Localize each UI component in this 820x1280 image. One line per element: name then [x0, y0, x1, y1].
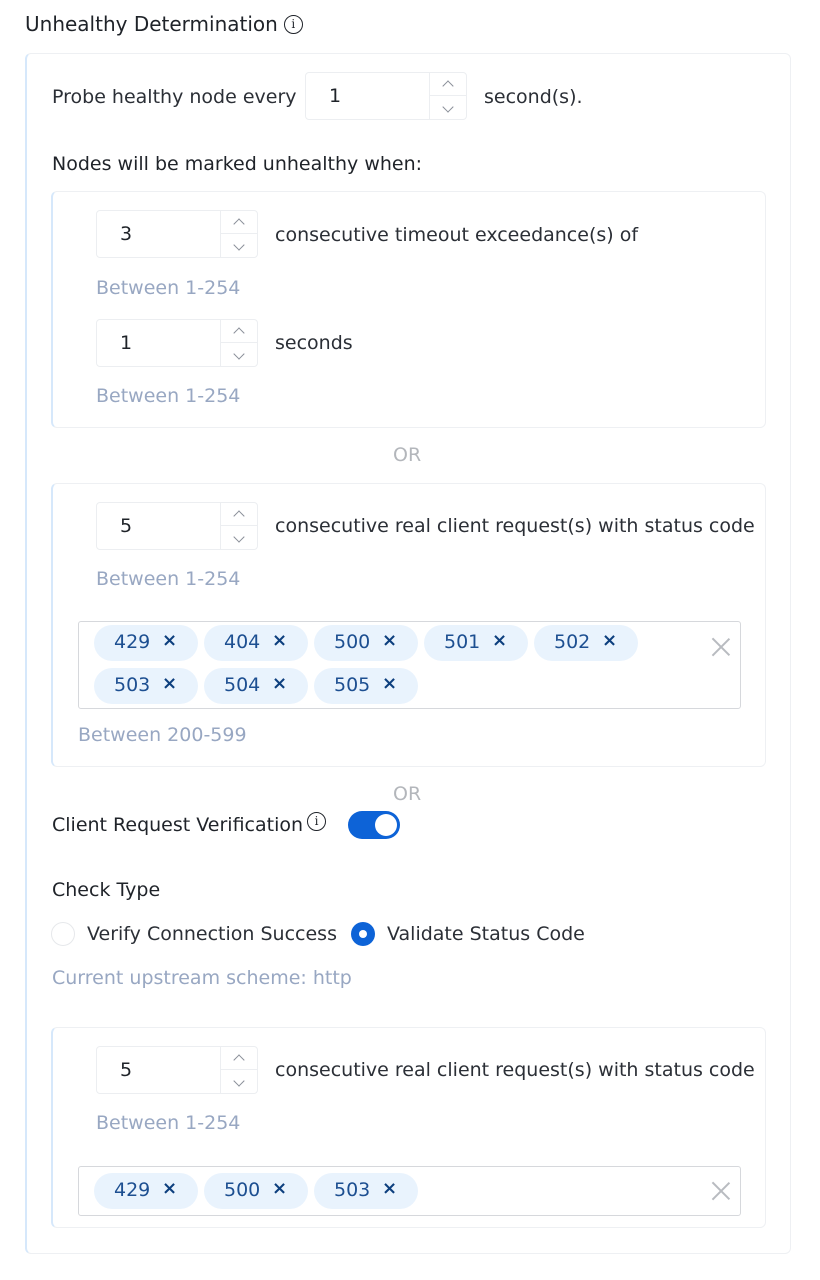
- decrement-button[interactable]: [221, 343, 257, 366]
- status-code-tag: 502 ×: [534, 625, 638, 661]
- status-code-tag: 501 ×: [424, 625, 528, 661]
- section-title: Unhealthy Determination i: [25, 12, 303, 36]
- chevron-down-icon: [233, 348, 245, 360]
- info-icon[interactable]: i: [307, 812, 326, 831]
- remove-tag-icon[interactable]: ×: [382, 673, 397, 694]
- probe-interval-value[interactable]: 1: [329, 85, 341, 107]
- timeout-seconds-label: seconds: [275, 332, 353, 354]
- status-count-value[interactable]: 5: [120, 515, 132, 537]
- chevron-up-icon: [233, 218, 245, 230]
- status-codes-select[interactable]: 429 × 404 × 500 × 501 × 502 × 503 × 504 × 505 ×: [78, 621, 741, 709]
- info-icon[interactable]: i: [283, 15, 303, 34]
- client-verification-toggle[interactable]: [348, 811, 400, 839]
- remove-tag-icon[interactable]: ×: [602, 630, 617, 651]
- client-verification-label: Client Request Verification: [52, 814, 304, 836]
- client-count-value[interactable]: 5: [120, 1059, 132, 1081]
- radio-validate-status-label[interactable]: Validate Status Code: [387, 923, 585, 945]
- increment-button[interactable]: [430, 73, 466, 96]
- status-code-tag: 503 ×: [94, 668, 198, 704]
- client-count-input[interactable]: 5: [96, 1046, 258, 1094]
- radio-validate-status[interactable]: [351, 922, 375, 946]
- timeout-count-label: consecutive timeout exceedance(s) of: [275, 224, 639, 246]
- status-code-tag: 503 ×: [314, 1173, 418, 1209]
- status-count-input[interactable]: 5: [96, 502, 258, 550]
- section-title-text: Unhealthy Determination: [25, 12, 278, 36]
- remove-tag-icon[interactable]: ×: [272, 630, 287, 651]
- timeout-seconds-stepper: [220, 320, 257, 366]
- status-code-tag: 429 ×: [94, 625, 198, 661]
- chevron-down-icon: [233, 1075, 245, 1087]
- clear-all-icon[interactable]: [711, 637, 731, 657]
- chevron-up-icon: [442, 80, 454, 92]
- remove-tag-icon[interactable]: ×: [272, 673, 287, 694]
- client-status-codes-select[interactable]: 429 × 500 × 503 ×: [78, 1166, 741, 1216]
- increment-button[interactable]: [221, 320, 257, 343]
- increment-button[interactable]: [221, 503, 257, 526]
- radio-verify-connection[interactable]: [51, 922, 75, 946]
- unhealthy-heading: Nodes will be marked unhealthy when:: [52, 153, 423, 175]
- decrement-button[interactable]: [430, 96, 466, 119]
- timeout-count-stepper: [220, 211, 257, 257]
- chevron-up-icon: [233, 327, 245, 339]
- clear-all-icon[interactable]: [711, 1181, 731, 1201]
- timeout-seconds-input[interactable]: 1: [96, 319, 258, 367]
- decrement-button[interactable]: [221, 526, 257, 549]
- chevron-up-icon: [233, 1054, 245, 1066]
- client-count-hint: Between 1-254: [96, 1112, 241, 1134]
- remove-tag-icon[interactable]: ×: [382, 630, 397, 651]
- status-count-hint: Between 1-254: [96, 568, 241, 590]
- chevron-down-icon: [233, 239, 245, 251]
- timeout-seconds-value[interactable]: 1: [120, 332, 132, 354]
- probe-interval-stepper: [429, 73, 466, 119]
- status-code-tag: 504 ×: [204, 668, 308, 704]
- client-count-stepper: [220, 1047, 257, 1093]
- timeout-seconds-hint: Between 1-254: [96, 385, 241, 407]
- probe-label: Probe healthy node every: [52, 86, 297, 108]
- chevron-down-icon: [442, 101, 454, 113]
- timeout-count-value[interactable]: 3: [120, 223, 132, 245]
- probe-unit-label: second(s).: [484, 86, 583, 108]
- status-code-tag: 500 ×: [204, 1173, 308, 1209]
- status-code-tag: 500 ×: [314, 625, 418, 661]
- check-type-label: Check Type: [52, 879, 161, 901]
- or-divider: OR: [393, 444, 422, 466]
- decrement-button[interactable]: [221, 234, 257, 257]
- or-divider: OR: [393, 783, 422, 805]
- timeout-count-hint: Between 1-254: [96, 277, 241, 299]
- toggle-knob: [375, 814, 397, 836]
- chevron-down-icon: [233, 531, 245, 543]
- status-code-tag: 404 ×: [204, 625, 308, 661]
- status-code-tag: 429 ×: [94, 1173, 198, 1209]
- increment-button[interactable]: [221, 211, 257, 234]
- timeout-count-input[interactable]: 3: [96, 210, 258, 258]
- client-count-label: consecutive real client request(s) with …: [275, 1059, 755, 1081]
- remove-tag-icon[interactable]: ×: [382, 1178, 397, 1199]
- decrement-button[interactable]: [221, 1070, 257, 1093]
- remove-tag-icon[interactable]: ×: [492, 630, 507, 651]
- remove-tag-icon[interactable]: ×: [272, 1178, 287, 1199]
- remove-tag-icon[interactable]: ×: [162, 1178, 177, 1199]
- status-codes-hint: Between 200-599: [78, 724, 247, 746]
- remove-tag-icon[interactable]: ×: [162, 630, 177, 651]
- increment-button[interactable]: [221, 1047, 257, 1070]
- status-count-stepper: [220, 503, 257, 549]
- chevron-up-icon: [233, 510, 245, 522]
- radio-verify-connection-label[interactable]: Verify Connection Success: [87, 923, 337, 945]
- status-count-label: consecutive real client request(s) with …: [275, 515, 755, 537]
- status-code-tag: 505 ×: [314, 668, 418, 704]
- remove-tag-icon[interactable]: ×: [162, 673, 177, 694]
- probe-interval-input[interactable]: 1: [305, 72, 467, 120]
- upstream-scheme-note: Current upstream scheme: http: [52, 967, 352, 989]
